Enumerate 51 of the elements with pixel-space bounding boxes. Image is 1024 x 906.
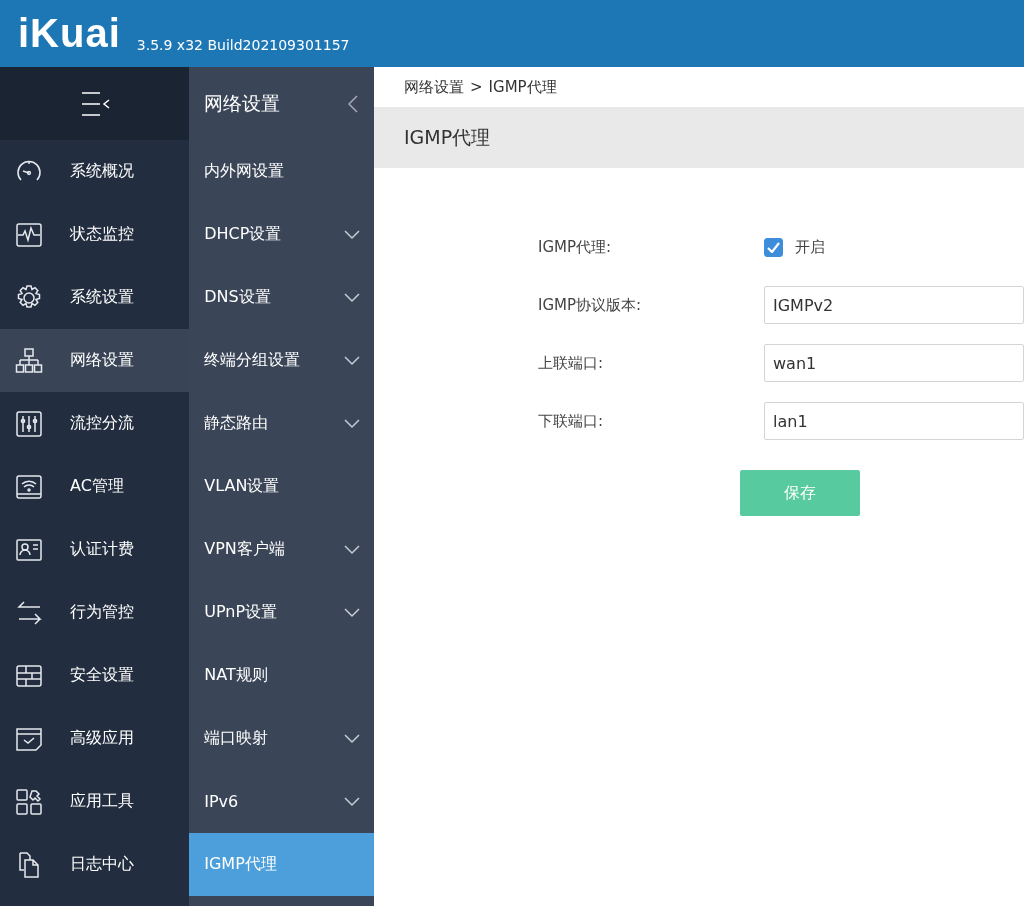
chevron-down-icon: [344, 733, 360, 744]
submenu-item[interactable]: UPnP设置: [189, 581, 374, 644]
nav-item[interactable]: 日志中心: [0, 833, 190, 896]
breadcrumb-item: IGMP代理: [488, 77, 557, 97]
submenu-item[interactable]: NAT规则: [189, 644, 374, 707]
nav-item[interactable]: 系统概况: [0, 140, 190, 203]
chevron-down-icon: [344, 544, 360, 555]
version-text: 3.5.9 x32 Build202109301157: [136, 37, 350, 53]
checkbox[interactable]: [764, 237, 783, 257]
nav-item[interactable]: 系统设置: [0, 266, 190, 329]
submenu-item[interactable]: DNS设置: [189, 266, 374, 329]
chevron-down-icon: [344, 796, 360, 807]
chevron-down-icon: [344, 418, 360, 429]
checkbox-label: 开启: [795, 237, 825, 257]
submenu-item[interactable]: 内外网设置: [189, 140, 374, 203]
network-tree-icon: [14, 345, 44, 376]
chevron-down-icon: [344, 229, 360, 240]
chevron-down-icon: [344, 292, 360, 303]
submenu-item[interactable]: IPv6: [189, 770, 374, 833]
nav-item[interactable]: 高级应用: [0, 707, 190, 770]
nav-item[interactable]: 网络设置: [0, 329, 190, 392]
field-label: 上联端口:: [537, 353, 605, 373]
input-field[interactable]: wan1: [764, 344, 1024, 382]
breadcrumb-separator: >: [470, 78, 483, 96]
nav-item[interactable]: 流控分流: [0, 392, 190, 455]
sliders-icon: [14, 408, 44, 439]
submenu-item[interactable]: 端口映射: [189, 707, 374, 770]
submenu-item[interactable]: VPN客户端: [189, 518, 374, 581]
page-title: IGMP代理: [404, 124, 491, 150]
chevron-down-icon: [344, 607, 360, 618]
input-field[interactable]: IGMPv2: [764, 286, 1024, 324]
submenu-title: 网络设置: [204, 90, 281, 116]
submenu-item[interactable]: DHCP设置: [189, 203, 374, 266]
nav-item[interactable]: 安全设置: [0, 644, 190, 707]
field-label: 下联端口:: [537, 411, 605, 431]
submenu-item[interactable]: 静态路由: [189, 392, 374, 455]
submenu-item[interactable]: 终端分组设置: [189, 329, 374, 392]
nav-item[interactable]: 行为管控: [0, 581, 190, 644]
input-field[interactable]: lan1: [764, 402, 1024, 440]
apps-wrench-icon: [14, 786, 44, 817]
nav-item[interactable]: AC管理: [0, 455, 190, 518]
nav-item[interactable]: 状态监控: [0, 203, 190, 266]
chevron-down-icon: [344, 355, 360, 366]
chevron-left-icon[interactable]: [348, 94, 358, 113]
submenu-item[interactable]: VLAN设置: [189, 455, 374, 518]
logo: iKuai: [18, 13, 121, 53]
nav-item[interactable]: 认证计费: [0, 518, 190, 581]
field-label: IGMP协议版本:: [537, 295, 643, 315]
breadcrumb-item[interactable]: 网络设置: [404, 77, 464, 97]
nav-item[interactable]: 应用工具: [0, 770, 190, 833]
field-label: IGMP代理:: [537, 237, 613, 257]
